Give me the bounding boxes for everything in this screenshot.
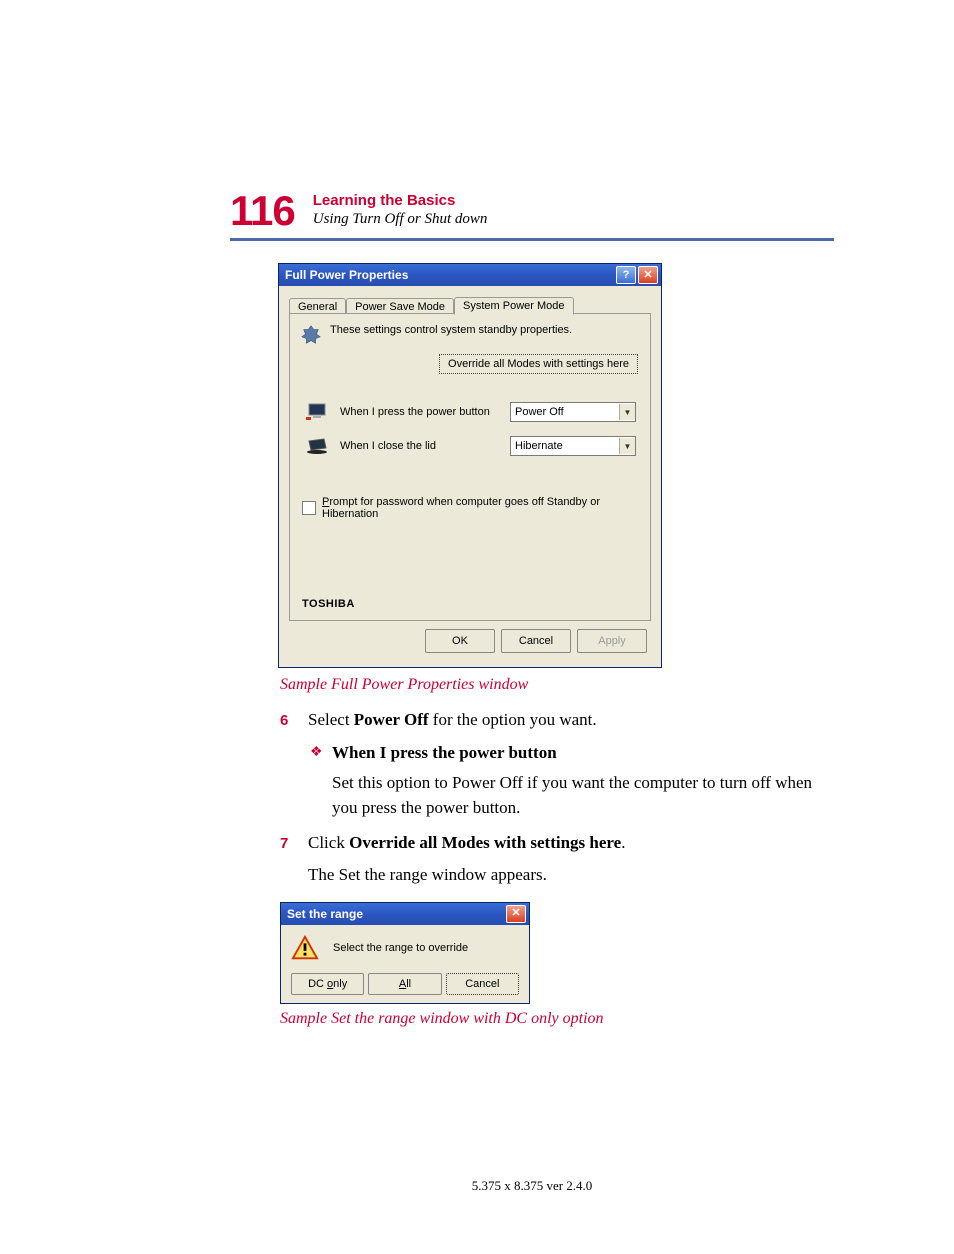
close-lid-value: Hibernate — [515, 440, 563, 452]
figure-caption-1: Sample Full Power Properties window — [280, 676, 834, 694]
step-7: 7 Click Override all Modes with settings… — [280, 831, 834, 856]
dc-only-button[interactable]: DC only — [291, 973, 364, 995]
bullet-power-button: ❖ When I press the power button — [310, 741, 834, 766]
cancel-button[interactable]: Cancel — [501, 629, 571, 653]
step-number: 6 — [280, 708, 308, 733]
laptop-lid-icon — [306, 436, 330, 456]
warning-icon — [291, 935, 319, 961]
tab-panel: These settings control system standby pr… — [289, 313, 651, 621]
diamond-bullet-icon: ❖ — [310, 741, 332, 766]
ok-button[interactable]: OK — [425, 629, 495, 653]
page-footer: 5.375 x 8.375 ver 2.4.0 — [230, 1178, 834, 1194]
full-power-properties-window: Full Power Properties ? ✕ General Power … — [278, 263, 662, 668]
chapter-title: Learning the Basics — [313, 192, 488, 210]
prompt-password-checkbox[interactable] — [302, 501, 316, 515]
tab-strip: General Power Save Mode System Power Mod… — [289, 294, 651, 314]
apply-button: Apply — [577, 629, 647, 653]
step-text: Select Power Off for the option you want… — [308, 708, 597, 733]
page-number: 116 — [230, 190, 295, 232]
close-button-icon[interactable]: ✕ — [506, 905, 526, 923]
header-rule — [230, 238, 834, 241]
close-button-icon[interactable]: ✕ — [638, 266, 658, 284]
section-title: Using Turn Off or Shut down — [313, 210, 488, 230]
window-titlebar[interactable]: Full Power Properties ? ✕ — [279, 264, 661, 286]
dropdown-arrow-icon: ▼ — [619, 404, 635, 420]
settings-gear-icon — [300, 324, 322, 346]
dialog-message: Select the range to override — [333, 942, 468, 954]
step-number: 7 — [280, 831, 308, 856]
row-power-button: When I press the power button Power Off … — [306, 402, 640, 422]
bullet-label: When I press the power button — [332, 741, 557, 766]
all-button[interactable]: All — [368, 973, 441, 995]
row-close-lid: When I close the lid Hibernate ▼ — [306, 436, 640, 456]
page-header: 116 Learning the Basics Using Turn Off o… — [230, 190, 834, 232]
window-title: Set the range — [287, 907, 504, 921]
power-button-value: Power Off — [515, 406, 564, 418]
panel-description: These settings control system standby pr… — [330, 324, 572, 336]
monitor-icon — [306, 402, 330, 422]
override-all-modes-button[interactable]: Override all Modes with settings here — [439, 354, 638, 374]
figure-caption-2: Sample Set the range window with DC only… — [280, 1010, 834, 1028]
window-title: Full Power Properties — [285, 268, 614, 282]
step-text: Click Override all Modes with settings h… — [308, 831, 625, 856]
prompt-password-label: Prompt for password when computer goes o… — [322, 496, 640, 520]
figure-full-power-properties: Full Power Properties ? ✕ General Power … — [278, 263, 834, 668]
set-the-range-window: Set the range ✕ Select the range to over… — [280, 902, 530, 1004]
power-button-select[interactable]: Power Off ▼ — [510, 402, 636, 422]
step-7-result: The Set the range window appears. — [308, 863, 834, 888]
step-6: 6 Select Power Off for the option you wa… — [280, 708, 834, 733]
window-titlebar[interactable]: Set the range ✕ — [281, 903, 529, 925]
tab-system-power-mode[interactable]: System Power Mode — [454, 297, 573, 315]
cancel-button[interactable]: Cancel — [446, 973, 519, 995]
prompt-password-row[interactable]: Prompt for password when computer goes o… — [302, 496, 640, 520]
help-button-icon[interactable]: ? — [616, 266, 636, 284]
brand-label: TOSHIBA — [302, 598, 355, 610]
bullet-description: Set this option to Power Off if you want… — [332, 771, 834, 820]
dropdown-arrow-icon: ▼ — [619, 438, 635, 454]
power-button-label: When I press the power button — [340, 406, 510, 418]
close-lid-select[interactable]: Hibernate ▼ — [510, 436, 636, 456]
close-lid-label: When I close the lid — [340, 440, 510, 452]
